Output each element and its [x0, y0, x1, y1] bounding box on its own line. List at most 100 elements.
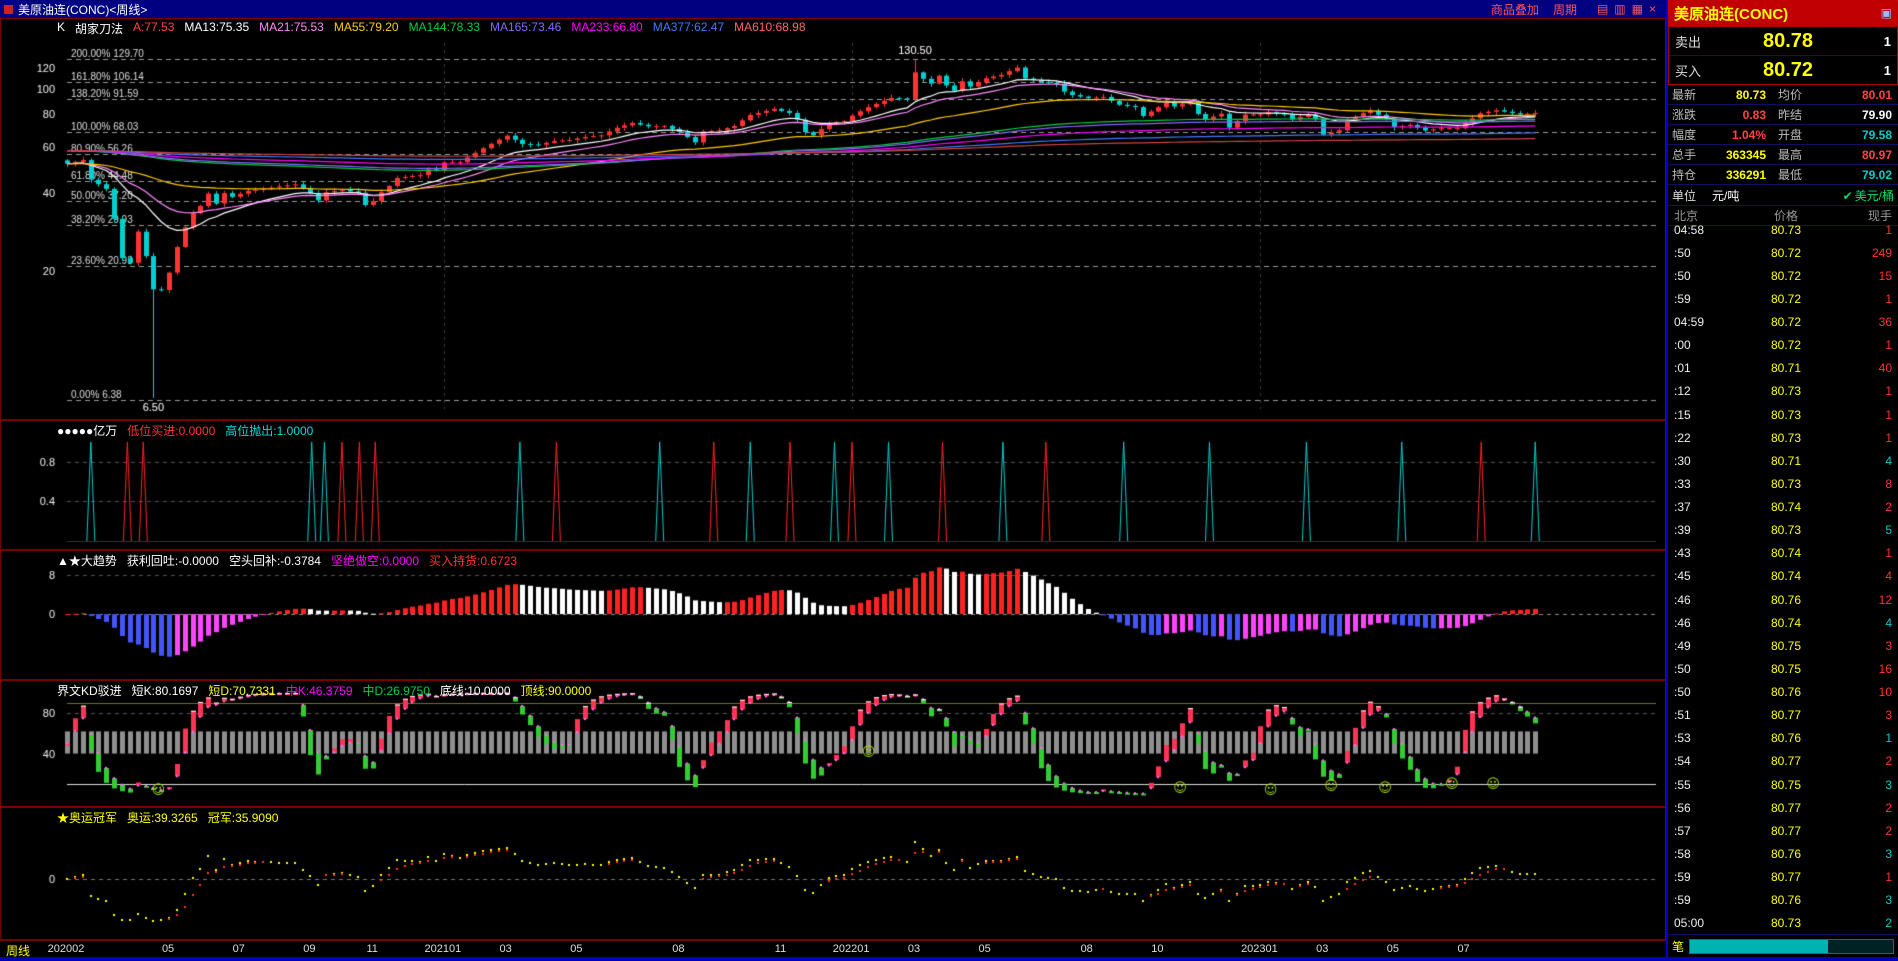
time-sales-row[interactable]: :5080.7215: [1668, 264, 1898, 287]
app-icon: [4, 5, 13, 14]
time-sales-row[interactable]: 05:0080.732: [1668, 912, 1898, 935]
tick-time: :30: [1674, 454, 1726, 468]
tick-time: :43: [1674, 546, 1726, 560]
tick-price: 80.74: [1726, 500, 1846, 514]
yiwan-indicator-chart[interactable]: [1, 421, 1665, 549]
tick-price: 80.74: [1726, 616, 1846, 630]
stat-value: 79.58: [1812, 128, 1894, 142]
stat-value: 79.02: [1812, 168, 1894, 182]
axis-tick-label: 202002: [48, 943, 85, 955]
tick-volume: 249: [1846, 246, 1892, 260]
ask-row[interactable]: 卖出 80.78 1: [1669, 27, 1897, 56]
quote-bottom-bar: 笔: [1668, 934, 1898, 957]
candlestick-chart[interactable]: [1, 19, 1665, 419]
time-sales-row[interactable]: :1580.731: [1668, 403, 1898, 426]
time-sales-row[interactable]: 04:5980.7236: [1668, 311, 1898, 334]
time-sales-row[interactable]: :3080.714: [1668, 449, 1898, 472]
time-sales-list[interactable]: 04:5880.731:5080.72249:5080.7215:5980.72…: [1668, 218, 1898, 935]
time-sales-row[interactable]: :3980.735: [1668, 519, 1898, 542]
tick-volume: 1: [1846, 408, 1892, 422]
aoyun-indicator-chart[interactable]: [1, 808, 1665, 939]
axis-tick-label: 03: [500, 943, 512, 955]
tick-time: 04:58: [1674, 223, 1726, 237]
window-control-icon[interactable]: ▥: [1614, 2, 1625, 16]
axis-tick-label: 03: [908, 943, 920, 955]
quote-stat-row: 持仓336291最低79.02: [1668, 165, 1898, 185]
window-control-icon[interactable]: ×: [1649, 2, 1656, 16]
tick-price: 80.77: [1726, 801, 1846, 815]
panel-toggle-icon[interactable]: ▣: [1881, 6, 1892, 20]
stat-label: 总手: [1672, 146, 1706, 163]
window-control-icon[interactable]: ▤: [1597, 2, 1608, 16]
time-sales-row[interactable]: :5580.753: [1668, 773, 1898, 796]
time-sales-row[interactable]: :5980.721: [1668, 287, 1898, 310]
unit-yuan-per-ton[interactable]: 元/吨: [1712, 187, 1739, 204]
tick-time: :00: [1674, 338, 1726, 352]
tick-price: 80.76: [1726, 685, 1846, 699]
time-sales-row[interactable]: 04:5880.731: [1668, 218, 1898, 241]
tick-time: :59: [1674, 893, 1726, 907]
time-sales-row[interactable]: :3380.738: [1668, 472, 1898, 495]
time-sales-row[interactable]: :5080.72249: [1668, 241, 1898, 264]
tick-volume: 2: [1846, 916, 1892, 930]
tick-price: 80.77: [1726, 824, 1846, 838]
time-sales-row[interactable]: :5080.7516: [1668, 657, 1898, 680]
tick-price: 80.73: [1726, 408, 1846, 422]
time-sales-row[interactable]: :5880.763: [1668, 842, 1898, 865]
tick-volume: 2: [1846, 801, 1892, 815]
time-sales-row[interactable]: :4680.7612: [1668, 588, 1898, 611]
daqushi-indicator-chart[interactable]: [1, 551, 1665, 679]
axis-tick-label: 07: [1457, 943, 1469, 955]
axis-tick-label: 05: [570, 943, 582, 955]
time-sales-row[interactable]: :3780.742: [1668, 496, 1898, 519]
overlay-button[interactable]: 商品叠加: [1491, 1, 1539, 18]
time-sales-row[interactable]: :5780.772: [1668, 819, 1898, 842]
time-sales-row[interactable]: :5980.771: [1668, 866, 1898, 889]
axis-tick-label: 09: [303, 943, 315, 955]
tick-time: :49: [1674, 639, 1726, 653]
time-sales-row[interactable]: :4380.741: [1668, 542, 1898, 565]
tick-volume: 10: [1846, 685, 1892, 699]
period-button[interactable]: 周期: [1553, 1, 1577, 18]
time-sales-row[interactable]: :4580.744: [1668, 565, 1898, 588]
stat-label: 幅度: [1672, 126, 1706, 143]
stat-label: 最高: [1778, 146, 1812, 163]
tick-volume: 3: [1846, 778, 1892, 792]
time-sales-row[interactable]: :0080.721: [1668, 334, 1898, 357]
bid-ask-block: 卖出 80.78 1 买入 80.72 1: [1668, 26, 1898, 85]
time-sales-row[interactable]: :2280.731: [1668, 426, 1898, 449]
window-control-icon[interactable]: ▦: [1632, 2, 1643, 16]
tick-price: 80.73: [1726, 916, 1846, 930]
bid-label: 买入: [1675, 61, 1715, 80]
tick-time: :45: [1674, 569, 1726, 583]
time-sales-row[interactable]: :5080.7610: [1668, 681, 1898, 704]
tick-price: 80.76: [1726, 893, 1846, 907]
time-sales-row[interactable]: :5980.763: [1668, 889, 1898, 912]
unit-label: 单位: [1672, 187, 1696, 204]
tick-volume: 2: [1846, 754, 1892, 768]
unit-usd-per-barrel-option[interactable]: ✔美元/桶: [1843, 187, 1894, 204]
time-sales-row[interactable]: :5380.761: [1668, 727, 1898, 750]
tick-volume: 8: [1846, 477, 1892, 491]
kd-indicator-chart[interactable]: [1, 681, 1665, 806]
time-sales-row[interactable]: :0180.7140: [1668, 357, 1898, 380]
tick-time: :22: [1674, 431, 1726, 445]
stat-value: 363345: [1706, 148, 1766, 162]
time-sales-row[interactable]: :5480.772: [1668, 750, 1898, 773]
axis-tick-label: 08: [1081, 943, 1093, 955]
scrollbar-thumb[interactable]: [1690, 940, 1828, 953]
bid-qty: 1: [1861, 63, 1891, 78]
axis-tick-label: 05: [979, 943, 991, 955]
tick-volume: 1: [1846, 338, 1892, 352]
tick-price: 80.76: [1726, 731, 1846, 745]
bid-row[interactable]: 买入 80.72 1: [1669, 56, 1897, 84]
scrollbar[interactable]: [1689, 939, 1894, 954]
window-controls: ▤ ▥ ▦ ×: [1591, 2, 1656, 16]
time-axis: 周线 2020020507091120210103050811202201030…: [0, 940, 1666, 958]
time-sales-row[interactable]: :1280.731: [1668, 380, 1898, 403]
time-sales-row[interactable]: :4980.753: [1668, 634, 1898, 657]
time-sales-row[interactable]: :5180.773: [1668, 704, 1898, 727]
time-sales-row[interactable]: :4680.744: [1668, 611, 1898, 634]
time-sales-row[interactable]: :5680.772: [1668, 796, 1898, 819]
quote-stats: 最新80.73均价80.01涨跌0.83昨结79.90幅度1.04%开盘79.5…: [1668, 85, 1898, 185]
